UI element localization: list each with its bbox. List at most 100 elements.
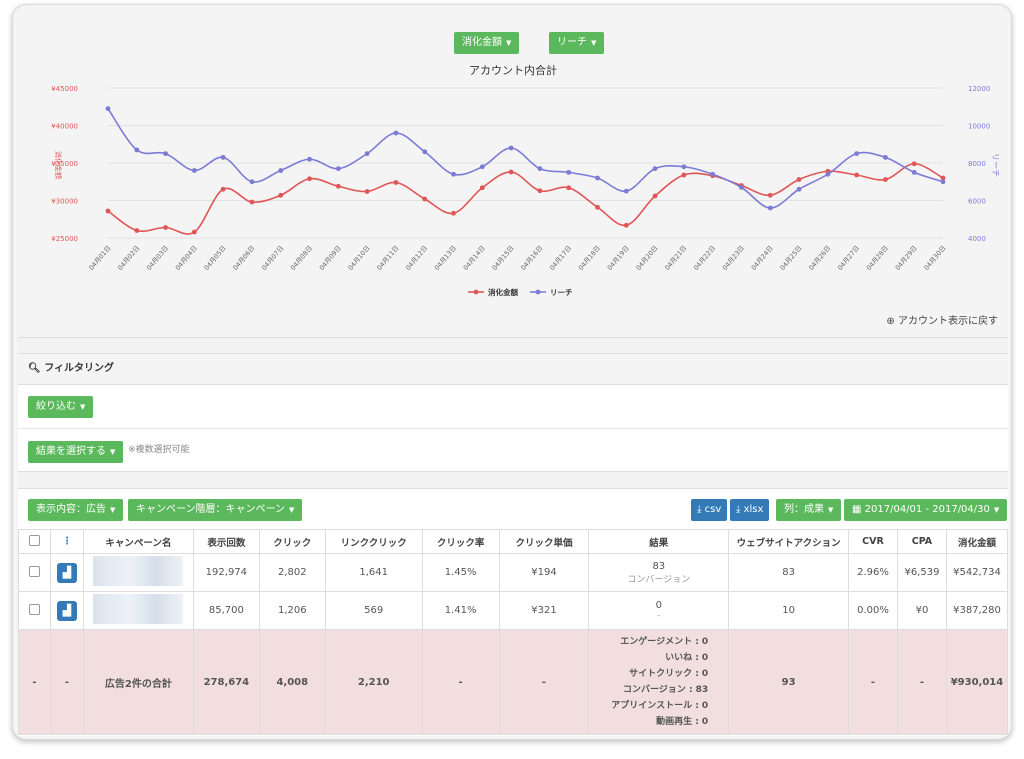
circle-plus-icon: ⊕ (886, 316, 895, 327)
csv-label: csv (704, 504, 722, 515)
y-right-tick-label: 6000 (968, 198, 986, 206)
cpc-cell: ¥321 (498, 591, 590, 630)
download-csv-button[interactable]: ⤓ csv (691, 499, 728, 521)
header-link-clicks[interactable]: リンククリック (324, 529, 423, 554)
campaign-level-dropdown[interactable]: キャンペーン階層：キャンペーン ▼ (128, 499, 303, 521)
narrow-down-button[interactable]: 絞り込む ▼ (28, 396, 94, 418)
campaign-name-cell[interactable] (82, 591, 194, 630)
area-chart-icon[interactable]: ▟ (56, 562, 77, 583)
data-point-reach (681, 164, 687, 170)
data-point-reach (911, 169, 917, 175)
caret-down-icon: ▼ (993, 506, 1000, 514)
impressions-cell: 192,974 (192, 553, 260, 592)
data-point-reach (595, 175, 600, 181)
data-point-spend (278, 192, 284, 198)
data-point-spend (566, 185, 572, 191)
header-cpc[interactable]: クリック単価 (498, 529, 590, 554)
header-impressions[interactable]: 表示回数 (192, 529, 260, 554)
filter-body: 絞り込む ▼ 結果を選択する ▼ ※複数選択可能 (18, 385, 1008, 472)
data-point-reach (422, 149, 428, 155)
back-to-account-link[interactable]: ⊕ アカウント表示に戻す (886, 312, 998, 327)
x-tick-label: 04月24日 (750, 244, 775, 272)
display-content-dropdown[interactable]: 表示内容：広告 ▼ (28, 499, 124, 521)
row-select-cell[interactable] (18, 591, 51, 630)
app-frame: 消化金額 ▼ リーチ ▼ アカウント内合計 ¥45000 12000 ¥40000 100… (12, 4, 1012, 740)
select-result-button[interactable]: 結果を選択する ▼ (28, 441, 124, 463)
campaign-name-cell[interactable] (82, 553, 194, 592)
header-results[interactable]: 結果 (588, 529, 730, 554)
cvr-cell: 2.96% (848, 553, 898, 592)
spend-cell: ¥387,280 (945, 591, 1009, 630)
data-point-spend (623, 222, 629, 228)
y-left-axis-label: 消化金額 (54, 151, 63, 179)
x-tick-label: 04月26日 (807, 244, 832, 272)
data-point-reach (249, 179, 255, 185)
data-point-spend (105, 208, 111, 214)
legend-marker (535, 289, 541, 295)
select-all-checkbox[interactable] (28, 534, 40, 546)
line-chart: ¥45000 12000¥40000 10000¥35000 8000¥30000 60… (51, 85, 1000, 297)
row-chart-cell[interactable]: ▟ (49, 553, 84, 592)
data-point-reach (767, 205, 773, 211)
data-point-reach (623, 188, 629, 194)
header-cpa[interactable]: CPA (896, 529, 947, 554)
columns-dropdown[interactable]: 列：成果 ▼ (776, 499, 842, 521)
data-point-spend (249, 199, 255, 205)
row-checkbox[interactable] (28, 565, 40, 577)
x-tick-label: 04月10日 (347, 244, 372, 272)
chart-panel: 消化金額 ▼ リーチ ▼ アカウント内合計 ¥45000 12000 ¥40000 100… (18, 10, 1008, 338)
data-point-reach (134, 147, 140, 153)
row-select-cell[interactable] (18, 553, 51, 592)
data-point-spend (220, 186, 226, 192)
total-cvr: - (848, 629, 898, 735)
data-point-reach (739, 184, 744, 190)
y-left-tick-label: ¥40000 (51, 123, 78, 131)
date-range-label: 2017/04/01 - 2017/04/30 (864, 504, 990, 515)
total-label: 広告2件の合計 (82, 629, 194, 735)
y-right-axis-label: リーチ (991, 153, 1000, 177)
data-point-spend (537, 188, 543, 194)
cpa-cell: ¥6,539 (896, 553, 947, 592)
data-point-spend (854, 172, 860, 178)
legend-marker (473, 289, 479, 295)
header-cvr[interactable]: CVR (848, 529, 898, 554)
results-cell: 83 コンバージョン (588, 553, 730, 592)
header-ctr[interactable]: クリック率 (421, 529, 500, 554)
divider (18, 428, 1008, 429)
x-tick-label: 04月25日 (778, 244, 803, 272)
columns-label: 列：成果 (784, 504, 824, 515)
header-campaign-name[interactable]: キャンペーン名 (82, 529, 194, 554)
download-xlsx-button[interactable]: ⤓ xlsx (730, 499, 770, 521)
cvr-cell: 0.00% (848, 591, 898, 630)
column-icon: ⋮ (61, 536, 72, 547)
total-row: - - 広告2件の合計 278,674 4,008 2,210 - - エンゲー… (18, 629, 1009, 735)
result-breakdown-item: いいね : 0 (665, 653, 709, 663)
total-results: エンゲージメント : 0 いいね : 0 サイトクリック : 0 コンバージョン : … (588, 629, 730, 735)
header-clicks[interactable]: クリック (258, 529, 326, 554)
data-point-reach (220, 154, 226, 160)
x-tick-label: 04月07日 (260, 244, 285, 272)
page-inner: 消化金額 ▼ リーチ ▼ アカウント内合計 ¥45000 12000 ¥40000 100… (18, 10, 1009, 736)
select-all-header[interactable] (18, 529, 51, 554)
area-chart-icon[interactable]: ▟ (56, 600, 77, 621)
y-right-tick-label: 4000 (968, 235, 986, 243)
web-actions-cell: 10 (728, 591, 849, 630)
data-point-spend (163, 225, 168, 230)
data-point-reach (451, 171, 456, 177)
ctr-cell: 1.45% (421, 553, 500, 592)
date-range-picker[interactable]: ▦ 2017/04/01 - 2017/04/30 ▼ (844, 499, 1008, 521)
result-value: 83 (652, 560, 666, 572)
data-point-reach (825, 171, 831, 177)
header-spend[interactable]: 消化金額 (945, 529, 1009, 554)
x-tick-label: 04月04日 (174, 244, 199, 272)
table-header-row: ⋮ キャンペーン名 表示回数 クリック リンククリック クリック率 クリック単価… (18, 529, 1009, 554)
total-cpc: - (498, 629, 590, 735)
result-type: コンバージョン (627, 574, 691, 585)
row-checkbox[interactable] (28, 603, 40, 615)
y-right-tick-label: 8000 (968, 160, 986, 168)
row-chart-cell[interactable]: ▟ (49, 591, 84, 630)
column-toggle-header[interactable]: ⋮ (49, 529, 84, 554)
header-web-actions[interactable]: ウェブサイトアクション (728, 529, 849, 554)
y-left-tick-label: ¥30000 (51, 198, 78, 206)
series-line-spend (107, 162, 944, 235)
